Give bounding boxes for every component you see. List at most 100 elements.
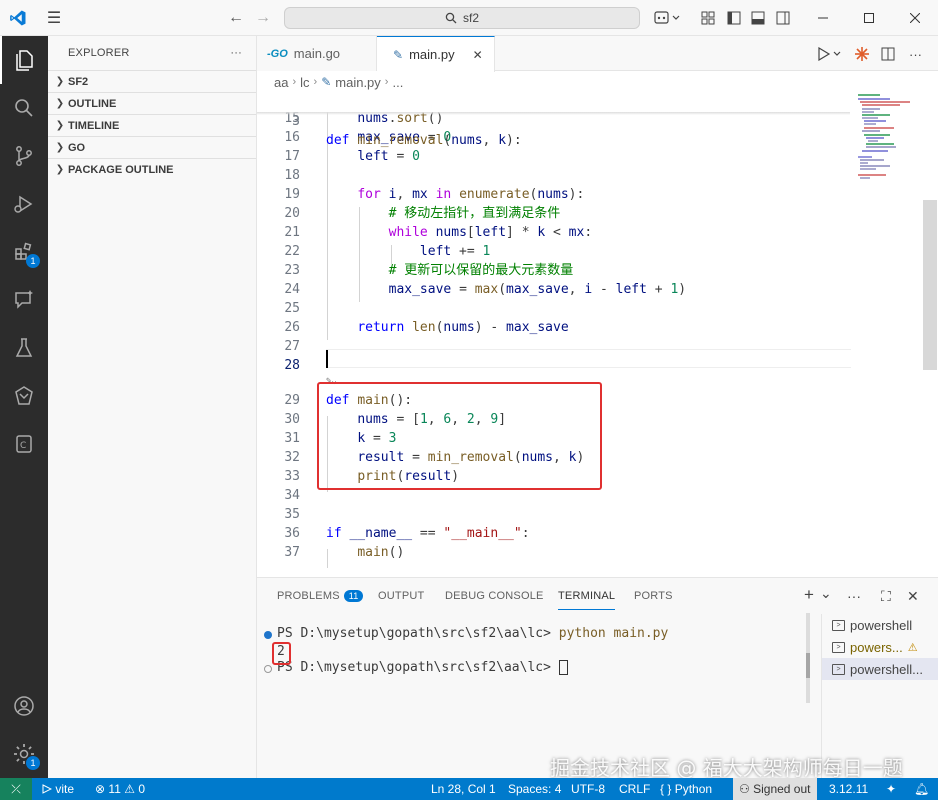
code-text: main() <box>357 545 405 560</box>
terminal-item-selected[interactable]: > powershell... <box>822 658 938 680</box>
section-package-outline[interactable]: ❯ PACKAGE OUTLINE <box>48 158 256 180</box>
sidebar-title: EXPLORER <box>68 47 130 59</box>
code-text: # 移动左指针，直到满足条件 <box>388 206 561 221</box>
minimap[interactable] <box>850 93 922 183</box>
code-line[interactable]: 36 if __name__ == "__main__": <box>257 524 857 543</box>
customize-layout-icon[interactable] <box>698 8 718 28</box>
go-file-icon: -GO <box>267 47 288 60</box>
breadcrumb-item[interactable]: lc <box>300 75 309 90</box>
terminal-dropdown-icon[interactable]: ⌄ <box>820 585 832 602</box>
tab-main-py[interactable]: ✎ main.py ✕ <box>377 36 495 72</box>
code-line[interactable]: 18 <box>257 166 857 185</box>
chevron-right-icon: ❯ <box>55 76 65 87</box>
tab-debug-console[interactable]: DEBUG CONSOLE <box>445 590 544 610</box>
python-version[interactable]: 3.12.11 <box>829 778 868 800</box>
cursor-position[interactable]: Ln 28, Col 1 <box>431 778 496 800</box>
copilot-sidebar-icon[interactable] <box>0 372 48 420</box>
terminal-scroll-thumb[interactable] <box>806 653 810 678</box>
line-number: 20 <box>284 206 300 221</box>
search-icon[interactable] <box>0 84 48 132</box>
chevron-right-icon: ❯ <box>55 164 65 175</box>
remote-indicator[interactable]: ⤫ <box>0 778 32 800</box>
close-window-button[interactable] <box>892 0 938 36</box>
sticky-scroll-line[interactable]: 3 def min_removal(nums, k): <box>257 93 851 148</box>
copilot-icon[interactable] <box>652 8 684 28</box>
run-python-icon[interactable] <box>817 44 845 64</box>
toggle-secondary-sidebar-icon[interactable] <box>773 8 793 28</box>
menu-icon[interactable]: ☰ <box>36 0 72 36</box>
code-line[interactable]: 25 <box>257 299 857 318</box>
tab-output[interactable]: OUTPUT <box>378 590 424 610</box>
tab-ports[interactable]: PORTS <box>634 590 673 610</box>
copilot-icon[interactable]: ✦ <box>886 778 896 800</box>
new-terminal-icon[interactable]: + <box>804 585 814 605</box>
testing-icon[interactable] <box>0 324 48 372</box>
split-editor-icon[interactable] <box>881 44 895 64</box>
terminal-line: PS D:\mysetup\gopath\src\sf2\aa\lc> <box>277 659 568 677</box>
vite-status[interactable]: vite <box>42 778 74 800</box>
line-number: 32 <box>284 450 300 465</box>
code-line[interactable]: 37 main() <box>257 543 857 562</box>
toggle-primary-sidebar-icon[interactable] <box>724 8 744 28</box>
more-actions-icon[interactable]: ··· <box>230 47 242 59</box>
language-mode[interactable]: { } Python <box>660 778 712 800</box>
section-go[interactable]: ❯ GO <box>48 136 256 158</box>
indentation-status[interactable]: Spaces: 4 <box>508 778 561 800</box>
terminal-item[interactable]: > powers... ⚠ <box>822 636 938 658</box>
panel-more-icon[interactable]: ··· <box>847 588 861 604</box>
tab-terminal[interactable]: TERMINAL <box>558 590 616 610</box>
breadcrumb-item[interactable]: ... <box>392 75 403 90</box>
manage-gear-icon[interactable]: 1 <box>0 730 48 778</box>
explorer-sidebar: EXPLORER ··· ❯ SF2 ❯ OUTLINE ❯ TIMELINE ❯ GO… <box>48 36 257 778</box>
maximize-button[interactable] <box>846 0 892 36</box>
breadcrumb-sep: › <box>313 76 318 88</box>
back-icon[interactable]: ← <box>225 8 247 28</box>
terminal-item[interactable]: > powershell <box>822 614 938 636</box>
maximize-panel-icon[interactable]: ⛶ <box>881 588 891 605</box>
code-line[interactable]: 20 # 移动左指针，直到满足条件 <box>257 204 857 223</box>
problems-status[interactable]: ⊗ 11 ⚠ 0 <box>95 778 145 800</box>
accounts-icon[interactable] <box>0 682 48 730</box>
code-line[interactable]: 19 for i, mx in enumerate(nums): <box>257 185 857 204</box>
extensions-icon[interactable]: 1 <box>0 228 48 276</box>
editor-more-icon[interactable]: ··· <box>909 44 922 64</box>
code-editor[interactable]: ✎⌄ 15 nums.sort() 16 max_save = 0 17 left … <box>257 93 923 577</box>
play-icon <box>42 784 53 794</box>
breadcrumb-item[interactable]: main.py <box>335 75 381 90</box>
close-panel-icon[interactable]: ✕ <box>907 588 919 605</box>
forward-icon[interactable]: → <box>252 8 274 28</box>
code-line[interactable]: 26 return len(nums) - max_save <box>257 318 857 337</box>
toggle-panel-icon[interactable] <box>748 8 768 28</box>
line-number: 28 <box>284 358 300 373</box>
code-line[interactable]: 35 <box>257 505 857 524</box>
explorer-icon[interactable] <box>0 36 48 84</box>
vscode-logo-icon[interactable] <box>0 0 36 36</box>
section-timeline[interactable]: ❯ TIMELINE <box>48 114 256 136</box>
terminal-item-label: powershell <box>850 617 913 633</box>
minimize-button[interactable] <box>800 0 846 36</box>
code-line[interactable]: 22 left += 1 <box>257 242 857 261</box>
line-number: 29 <box>284 393 300 408</box>
notifications-icon[interactable]: 🔔︎ <box>914 778 929 800</box>
remote-container-icon[interactable]: C <box>0 420 48 468</box>
remote-explorer-icon[interactable] <box>0 276 48 324</box>
code-line[interactable]: 28 <box>257 356 857 375</box>
breadcrumb-item[interactable]: aa <box>274 75 288 90</box>
tab-main-go[interactable]: -GO main.go <box>257 36 377 71</box>
copilot-signed-out[interactable]: ⚇ Signed out <box>733 778 817 800</box>
section-sf2[interactable]: ❯ SF2 <box>48 70 256 92</box>
code-line[interactable]: 24 max_save = max(max_save, i - left + 1… <box>257 280 857 299</box>
section-outline[interactable]: ❯ OUTLINE <box>48 92 256 114</box>
encoding-status[interactable]: UTF-8 <box>571 778 605 800</box>
code-line[interactable]: 27 <box>257 337 857 356</box>
code-line[interactable]: 23 # 更新可以保留的最大元素数量 <box>257 261 857 280</box>
tab-problems[interactable]: PROBLEMS 11 <box>277 590 364 610</box>
code-line[interactable]: 21 while nums[left] * k < mx: <box>257 223 857 242</box>
editor-scrollbar[interactable] <box>923 200 937 370</box>
source-control-icon[interactable] <box>0 132 48 180</box>
command-center-search[interactable]: sf2 <box>284 7 640 29</box>
copilot-spark-icon[interactable] <box>854 44 870 64</box>
run-debug-icon[interactable] <box>0 180 48 228</box>
eol-status[interactable]: CRLF <box>619 778 650 800</box>
close-tab-icon[interactable]: ✕ <box>473 48 483 62</box>
